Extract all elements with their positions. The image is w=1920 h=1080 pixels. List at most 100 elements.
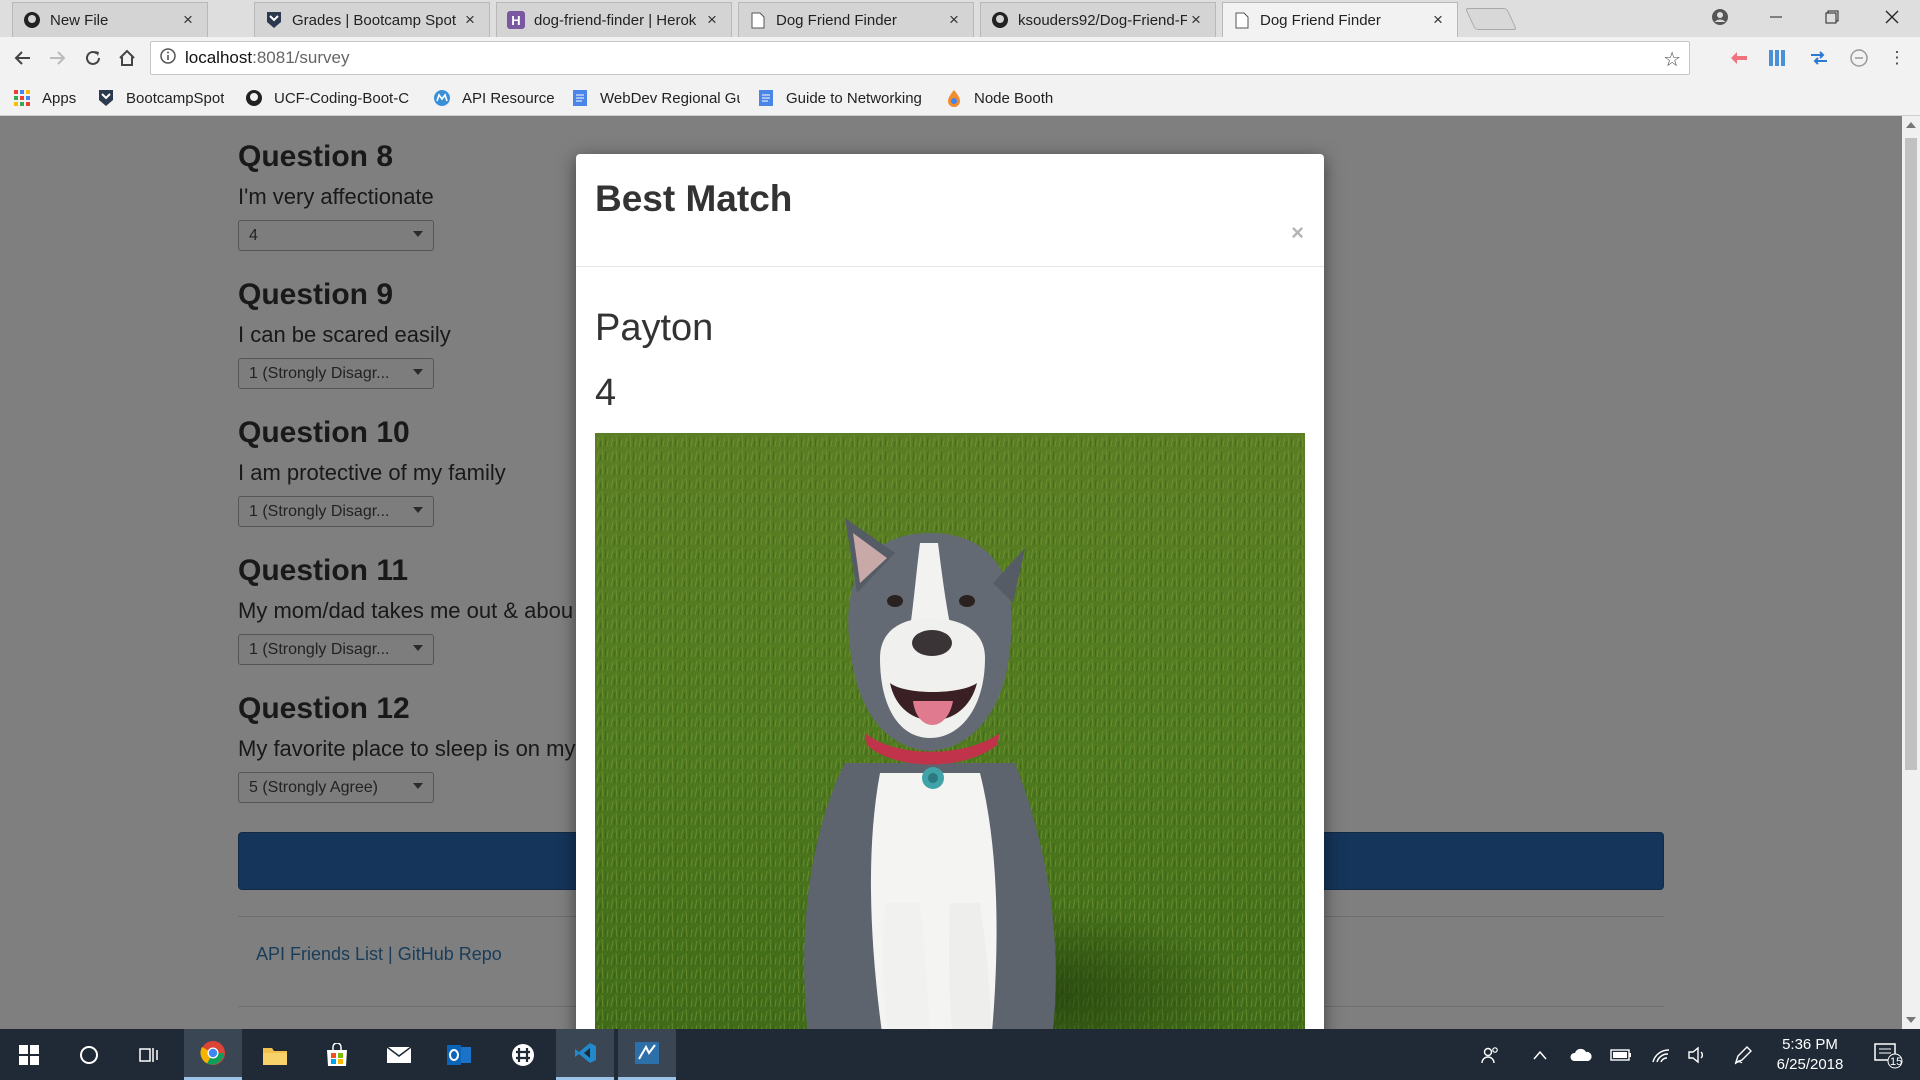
tab-github-repo[interactable]: ksouders92/Dog-Friend-F × <box>980 2 1216 37</box>
match-score: 4 <box>595 372 617 414</box>
bookmarks-bar: Apps BootcampSpot UCF-Coding-Boot-C API … <box>0 79 1920 116</box>
bookmark-node-booth[interactable]: Node Booth <box>944 87 1053 109</box>
bookmark-star-icon[interactable]: ☆ <box>1663 47 1681 72</box>
chevron-up-icon[interactable] <box>1526 1029 1554 1080</box>
reload-icon[interactable] <box>80 45 106 71</box>
scroll-down-icon[interactable] <box>1906 1017 1916 1023</box>
bookmark-label: Node Booth <box>974 89 1054 107</box>
bootcampspot-icon <box>96 88 116 108</box>
match-name: Payton <box>595 307 714 349</box>
node-booth-icon <box>944 88 964 108</box>
tab-title: dog-friend-finder | Herok <box>534 11 697 29</box>
onedrive-icon[interactable] <box>1566 1029 1596 1080</box>
info-icon[interactable] <box>151 47 185 69</box>
system-clock[interactable]: 5:36 PM 6/25/2018 <box>1760 1035 1860 1075</box>
clock-date: 6/25/2018 <box>1776 1056 1844 1073</box>
tab-new-file[interactable]: New File × <box>12 2 208 37</box>
battery-icon[interactable] <box>1606 1029 1636 1080</box>
address-bar[interactable]: localhost:8081/survey ☆ <box>150 41 1690 75</box>
bookmark-webdev-regional[interactable]: WebDev Regional Gu <box>570 87 740 109</box>
tab-dog-friend-finder-active[interactable]: Dog Friend Finder × <box>1222 2 1458 37</box>
bookmark-bootcampspot[interactable]: BootcampSpot <box>96 87 224 109</box>
close-icon[interactable]: × <box>703 10 721 30</box>
scrollbar-thumb[interactable] <box>1905 138 1917 770</box>
tab-heroku[interactable]: H dog-friend-finder | Herok × <box>496 2 732 37</box>
bookmark-label: WebDev Regional Gu <box>600 89 740 107</box>
wifi-icon[interactable] <box>1646 1029 1676 1080</box>
apps-grid-icon <box>12 88 32 108</box>
tab-title: Dog Friend Finder <box>776 11 897 29</box>
new-tab-button[interactable] <box>1464 8 1518 30</box>
bookmark-ucf-coding[interactable]: UCF-Coding-Boot-C <box>244 87 420 109</box>
close-window-icon[interactable] <box>1864 0 1920 33</box>
close-icon[interactable]: × <box>945 10 963 30</box>
back-icon[interactable] <box>10 45 36 71</box>
cortana-search-icon[interactable] <box>60 1029 118 1080</box>
bookmark-guide-networking[interactable]: Guide to Networking <box>756 87 932 109</box>
app-window-icon[interactable] <box>618 1029 676 1080</box>
file-explorer-icon[interactable] <box>246 1029 304 1080</box>
menu-kebab-icon[interactable]: ⋮ <box>1884 46 1910 70</box>
github-icon <box>23 11 41 29</box>
bookmark-label: BootcampSpot <box>126 89 225 107</box>
modal-header: Best Match × <box>576 154 1324 267</box>
tab-title: Dog Friend Finder <box>1260 11 1381 29</box>
people-icon[interactable] <box>1476 1029 1504 1080</box>
heroku-icon: H <box>507 11 525 29</box>
tab-dog-friend-finder-1[interactable]: Dog Friend Finder × <box>738 2 974 37</box>
extension-arrows-icon[interactable] <box>1806 46 1832 70</box>
tab-title: ksouders92/Dog-Friend-F <box>1018 11 1187 29</box>
bookmark-label: UCF-Coding-Boot-C <box>274 89 410 107</box>
vscode-icon[interactable] <box>556 1029 614 1080</box>
tab-grades[interactable]: Grades | Bootcamp Spot × <box>254 2 490 37</box>
profile-icon[interactable] <box>1692 0 1748 33</box>
page-viewport: Question 8 I'm very affectionate 4 Quest… <box>0 116 1920 1029</box>
github-icon <box>991 11 1009 29</box>
tab-title: Grades | Bootcamp Spot <box>292 11 456 29</box>
bookmark-label: API Resource <box>462 89 555 107</box>
best-match-modal: Best Match × Payton 4 <box>576 154 1324 1029</box>
chrome-taskbar-icon[interactable] <box>184 1029 242 1080</box>
tab-title: New File <box>50 11 109 29</box>
bookmark-label: Apps <box>42 89 77 107</box>
close-icon[interactable]: × <box>1429 10 1447 30</box>
extension-bars-icon[interactable] <box>1764 46 1790 70</box>
windows-taskbar: 5:36 PM 6/25/2018 15 <box>0 1029 1920 1080</box>
store-icon[interactable] <box>308 1029 366 1080</box>
page-icon <box>749 11 767 29</box>
task-view-icon[interactable] <box>120 1029 178 1080</box>
bookmark-apps[interactable]: Apps <box>12 87 76 109</box>
browser-toolbar: localhost:8081/survey ☆ ⋮ <box>0 37 1920 79</box>
restore-icon[interactable] <box>1804 0 1860 33</box>
close-icon[interactable]: × <box>179 10 197 30</box>
pen-ink-icon[interactable] <box>1728 1029 1758 1080</box>
close-icon[interactable]: × <box>1187 10 1205 30</box>
scroll-up-icon[interactable] <box>1906 122 1916 128</box>
bookmark-api-resource[interactable]: API Resource <box>432 87 555 109</box>
home-icon[interactable] <box>114 45 140 71</box>
match-photo <box>595 433 1305 1029</box>
windows-start-icon[interactable] <box>0 1029 58 1080</box>
dog-photo-illustration <box>595 433 1305 1029</box>
extension-circle-icon[interactable] <box>1846 46 1872 70</box>
clock-time: 5:36 PM <box>1782 1036 1838 1053</box>
modal-title: Best Match <box>595 178 793 219</box>
url-path: :8081/survey <box>252 48 350 67</box>
close-icon[interactable]: × <box>1291 220 1304 246</box>
volume-icon[interactable] <box>1682 1029 1712 1080</box>
github-icon <box>244 88 264 108</box>
tab-strip: New File × Grades | Bootcamp Spot × H do… <box>0 0 1920 37</box>
extension-icon[interactable] <box>1726 46 1752 70</box>
forward-icon[interactable] <box>44 45 70 71</box>
close-icon[interactable]: × <box>461 10 479 30</box>
minimize-icon[interactable] <box>1748 0 1804 33</box>
mail-icon[interactable] <box>370 1029 428 1080</box>
doc-icon <box>570 88 590 108</box>
outlook-icon[interactable] <box>430 1029 488 1080</box>
doc-icon <box>756 88 776 108</box>
bookmark-label: Guide to Networking <box>786 89 922 107</box>
action-center-icon[interactable]: 15 <box>1866 1029 1910 1080</box>
page-scrollbar[interactable] <box>1902 116 1920 1029</box>
page-icon <box>1233 11 1251 29</box>
slack-icon[interactable] <box>494 1029 552 1080</box>
